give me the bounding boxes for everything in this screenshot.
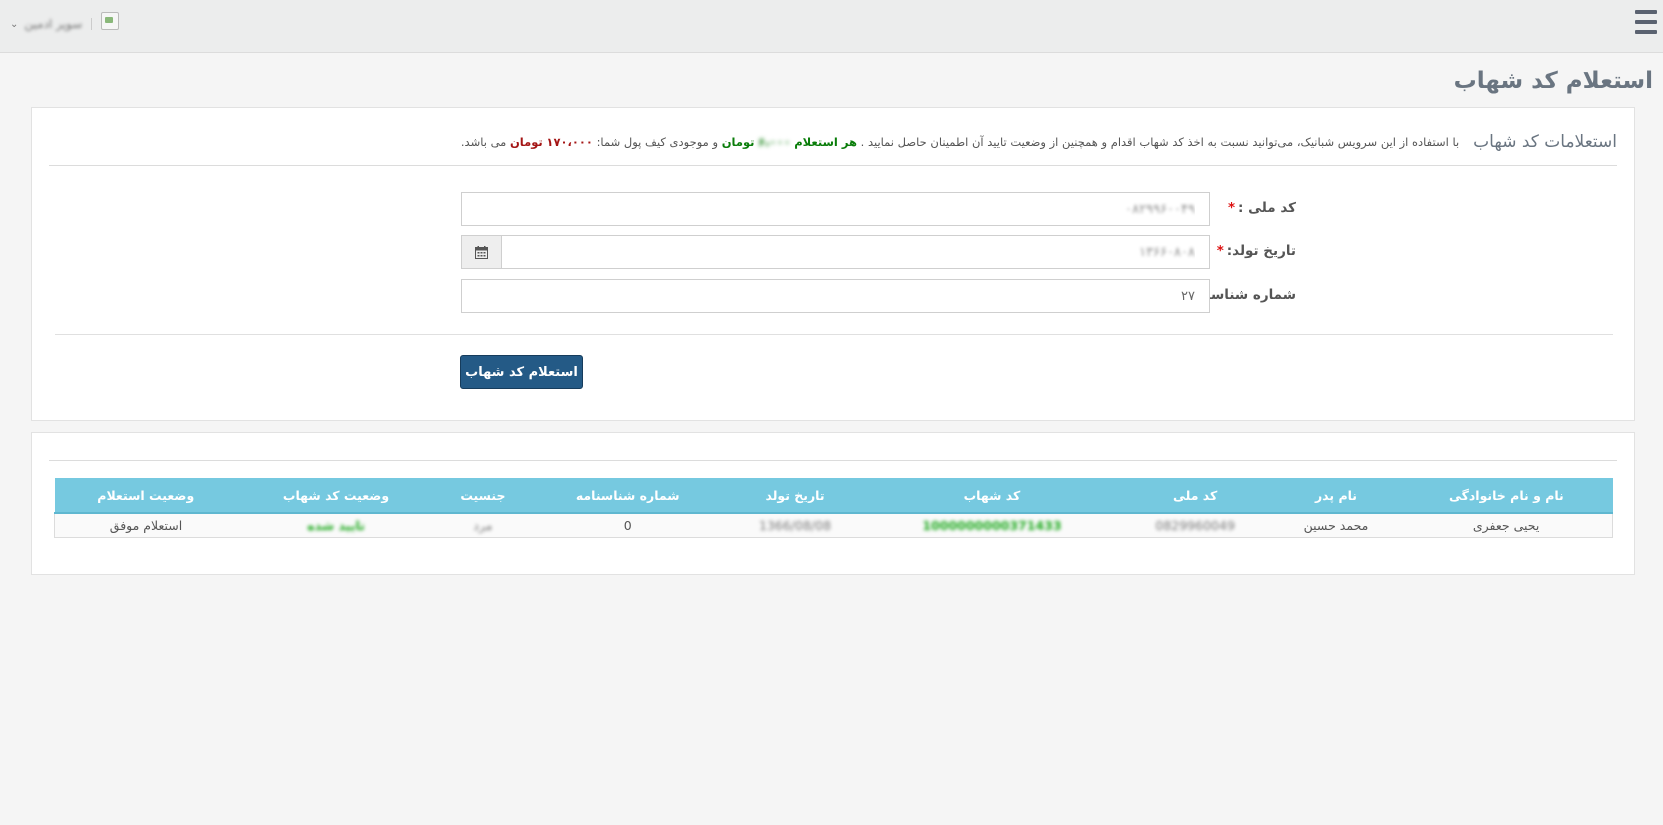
desc-wallet-unit: تومان — [509, 134, 543, 149]
shahab-status-value: تایید شده — [307, 518, 365, 533]
submit-inquiry-button[interactable]: استعلام کد شهاب — [460, 355, 583, 389]
page-title: استعلام کد شهاب — [1453, 68, 1653, 94]
panel-description: با استفاده از این سرویس شبانیک، می‌توانی… — [461, 135, 1459, 149]
desc-per-query-amount: ۶،۰۰۰ — [758, 134, 791, 149]
gender-value: مرد — [473, 518, 493, 533]
cell-father-name: محمد حسین — [1271, 513, 1401, 538]
username[interactable]: سوپر ادمین — [24, 17, 82, 31]
required-mark: * — [1227, 200, 1236, 216]
desc-wallet-prefix: و موجودی کیف پول شما: — [596, 134, 719, 149]
column-header: نام پدر — [1271, 478, 1401, 514]
id-number-input[interactable] — [461, 279, 1210, 313]
cell-birth-date: 1366/08/08 — [724, 513, 866, 538]
top-bar: ⌄ سوپر ادمین — [0, 0, 1663, 53]
desc-per-query-unit: تومان — [721, 134, 755, 149]
birth-date-row: تاریخ تولد:* — [32, 235, 1636, 269]
column-header: وضعیت استعلام — [54, 478, 238, 514]
cell-shahab-status: تایید شده — [237, 513, 436, 538]
inquiry-form-panel: استعلامات کد شهاب با استفاده از این سروی… — [31, 107, 1635, 421]
cell-full-name: یحیی جعفری — [1400, 513, 1614, 538]
divider — [49, 460, 1617, 461]
column-header: وضعیت کد شهاب — [237, 478, 436, 514]
divider — [55, 334, 1613, 335]
column-header: نام و نام خانوادگی — [1400, 478, 1613, 514]
desc-wallet-amount: ۱۷۰،۰۰۰ — [546, 134, 593, 149]
results-panel: نام و نام خانوادگی نام پدر کد ملی کد شها… — [31, 432, 1635, 575]
national-code-value: 0829960049 — [1155, 518, 1235, 533]
calendar-icon[interactable] — [461, 235, 501, 269]
birth-date-field — [461, 235, 1210, 269]
national-code-input[interactable] — [461, 192, 1210, 226]
required-mark: * — [1216, 243, 1224, 259]
cell-query-status: استعلام موفق — [54, 513, 238, 538]
birth-date-label: تاریخ تولد:* — [1217, 243, 1296, 259]
column-header: کد ملی — [1118, 478, 1272, 514]
desc-suffix: می باشد. — [460, 134, 507, 149]
desc-per-query-label: هر استعلام — [794, 134, 857, 149]
desc-intro: با استفاده از این سرویس شبانیک، می‌توانی… — [860, 134, 1460, 149]
column-header: جنسیت — [435, 478, 531, 514]
results-table: نام و نام خانوادگی نام پدر کد ملی کد شها… — [54, 478, 1614, 538]
user-menu[interactable]: ⌄ سوپر ادمین — [10, 12, 120, 36]
hamburger-icon[interactable] — [1635, 10, 1657, 34]
national-code-label: کد ملی :* — [1228, 200, 1296, 216]
shahab-code-value: 1000000000371433 — [922, 518, 1062, 533]
birth-date-label-text: تاریخ تولد: — [1226, 243, 1296, 259]
cell-id-number: 0 — [530, 513, 725, 538]
cell-shahab-code: 1000000000371433 — [865, 513, 1119, 538]
birth-date-input[interactable] — [501, 235, 1210, 269]
panel-title: استعلامات کد شهاب — [1473, 131, 1617, 152]
id-number-row: شماره شناسنامه : — [32, 279, 1636, 313]
national-code-row: کد ملی :* — [32, 192, 1636, 226]
cell-gender: مرد — [435, 513, 531, 538]
national-code-label-text: کد ملی : — [1238, 200, 1296, 216]
table-row: یحیی جعفری محمد حسین 0829960049 10000000… — [54, 513, 1614, 538]
table-header-row: نام و نام خانوادگی نام پدر کد ملی کد شها… — [54, 478, 1613, 514]
column-header: تاریخ تولد — [724, 478, 866, 514]
divider — [91, 18, 93, 30]
cell-national-code: 0829960049 — [1118, 513, 1272, 538]
column-header: کد شهاب — [865, 478, 1119, 514]
birth-date-value: 1366/08/08 — [759, 518, 832, 533]
panel-heading: استعلامات کد شهاب با استفاده از این سروی… — [49, 118, 1617, 166]
chevron-down-icon[interactable]: ⌄ — [10, 19, 18, 30]
column-header: شماره شناسنامه — [530, 478, 725, 514]
avatar-icon — [101, 12, 120, 30]
